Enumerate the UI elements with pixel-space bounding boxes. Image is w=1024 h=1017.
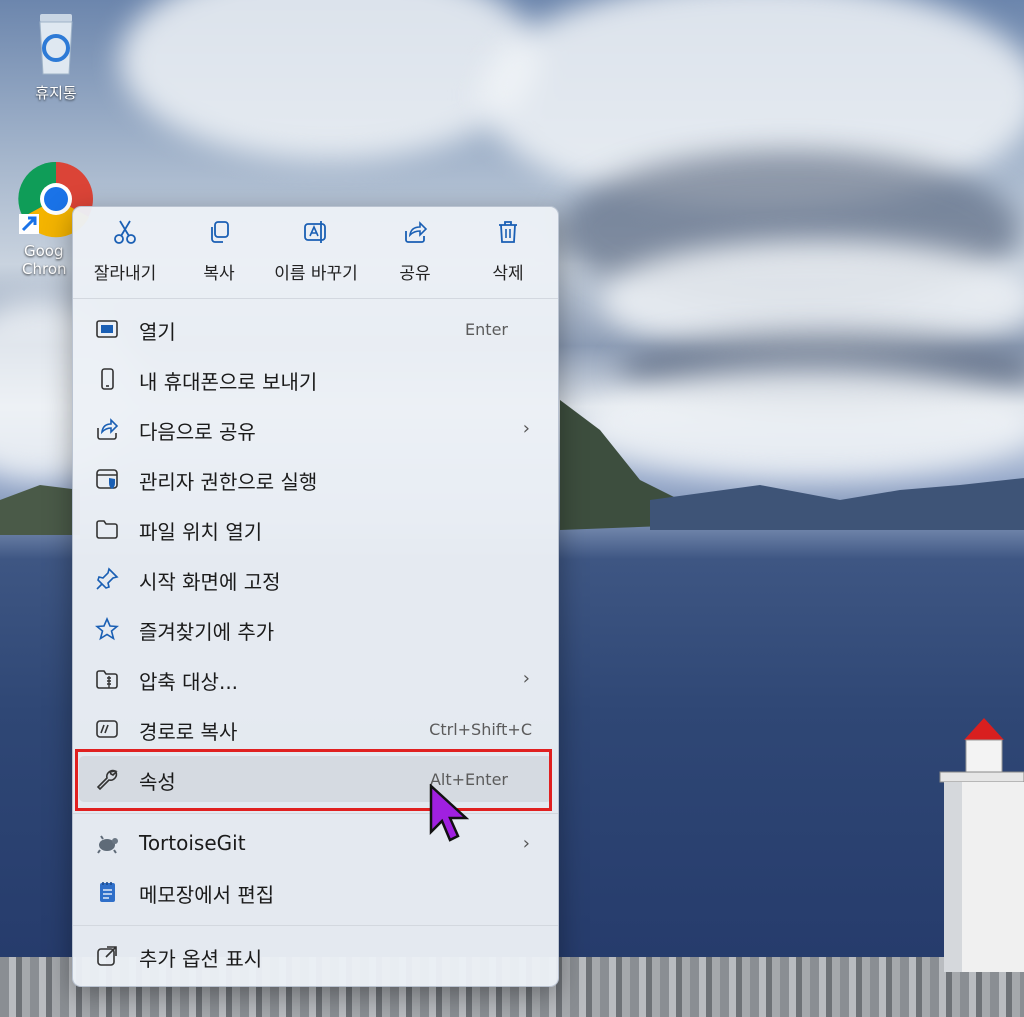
context-menu: 잘라내기 복사 이름 바꾸기 공유 삭제 열기 Enter 내 휴대폰으로 보내… (72, 206, 559, 987)
menu-item-pin-to-start[interactable]: 시작 화면에 고정 (79, 556, 552, 602)
chevron-right-icon: › (522, 418, 530, 439)
chevron-right-icon: › (522, 833, 530, 854)
share-icon (97, 418, 119, 440)
separator (73, 925, 558, 926)
star-icon (95, 617, 119, 641)
separator (73, 298, 558, 299)
delete-button[interactable]: 삭제 (475, 219, 541, 284)
highlight-box (75, 749, 552, 811)
rename-label: 이름 바꾸기 (274, 264, 358, 284)
rename-icon (304, 221, 326, 243)
context-toolbar: 잘라내기 복사 이름 바꾸기 공유 삭제 (73, 207, 558, 299)
lighthouse (939, 718, 1024, 972)
more-options-icon (97, 946, 117, 966)
chevron-right-icon: › (522, 668, 530, 689)
cut-label: 잘라내기 (93, 264, 157, 284)
copy-label: 복사 (203, 264, 235, 284)
menu-item-label: 추가 옵션 표시 (139, 947, 263, 971)
menu-item-copy-as-path[interactable]: 경로로 복사 Ctrl+Shift+C (79, 706, 552, 752)
menu-item-label: 내 휴대폰으로 보내기 (139, 370, 318, 394)
menu-item-open-file-location[interactable]: 파일 위치 열기 (79, 506, 552, 552)
menu-item-open[interactable]: 열기 Enter (79, 306, 552, 352)
recycle-bin[interactable]: 휴지통 (16, 10, 96, 103)
share-label: 공유 (399, 264, 431, 284)
menu-item-share-with[interactable]: 다음으로 공유 › (79, 406, 552, 452)
mouse-cursor-icon (429, 784, 470, 842)
menu-item-shortcut: Ctrl+Shift+C (429, 720, 532, 739)
menu-item-label: 압축 대상... (139, 670, 239, 694)
menu-item-label: 시작 화면에 고정 (139, 570, 281, 594)
share-button[interactable]: 공유 (383, 219, 447, 284)
share-icon (405, 221, 428, 243)
menu-item-shortcut: Enter (465, 320, 508, 339)
copy-icon (211, 221, 229, 243)
cut-button[interactable]: 잘라내기 (87, 219, 163, 284)
zip-folder-icon (96, 670, 118, 689)
menu-item-label: 메모장에서 편집 (139, 883, 275, 907)
menu-item-tortoisegit[interactable]: TortoiseGit › (79, 821, 552, 867)
menu-item-label: 관리자 권한으로 실행 (139, 470, 318, 494)
path-icon (96, 720, 118, 738)
menu-item-show-more-options[interactable]: 추가 옵션 표시 (79, 933, 552, 979)
menu-item-label: 다음으로 공유 (139, 420, 256, 444)
tortoisegit-icon (97, 835, 118, 854)
recycle-bin-label: 휴지통 (35, 84, 77, 102)
menu-item-edit-in-notepad[interactable]: 메모장에서 편집 (79, 869, 552, 915)
notepad-icon (100, 882, 115, 902)
phone-icon (101, 368, 114, 390)
menu-item-label: TortoiseGit (139, 831, 246, 855)
menu-item-label: 즐겨찾기에 추가 (139, 620, 275, 644)
recycle-bin-icon (39, 14, 73, 75)
separator (73, 813, 558, 814)
menu-item-compress-to[interactable]: 압축 대상... › (79, 656, 552, 702)
pin-icon (96, 567, 119, 590)
rename-button[interactable]: 이름 바꾸기 (263, 219, 369, 284)
copy-button[interactable]: 복사 (187, 219, 251, 284)
open-app-icon (96, 320, 118, 338)
menu-item-add-to-favorites[interactable]: 즐겨찾기에 추가 (79, 606, 552, 652)
menu-item-send-to-phone[interactable]: 내 휴대폰으로 보내기 (79, 356, 552, 402)
menu-item-label: 열기 (139, 320, 176, 344)
menu-item-run-as-admin[interactable]: 관리자 권한으로 실행 (79, 456, 552, 502)
admin-shield-icon (96, 469, 118, 489)
menu-item-label: 경로로 복사 (139, 720, 238, 744)
folder-icon (96, 520, 118, 539)
menu-item-label: 파일 위치 열기 (139, 520, 263, 544)
delete-label: 삭제 (492, 264, 524, 284)
scissors-icon (114, 220, 136, 244)
trash-icon (499, 221, 517, 243)
